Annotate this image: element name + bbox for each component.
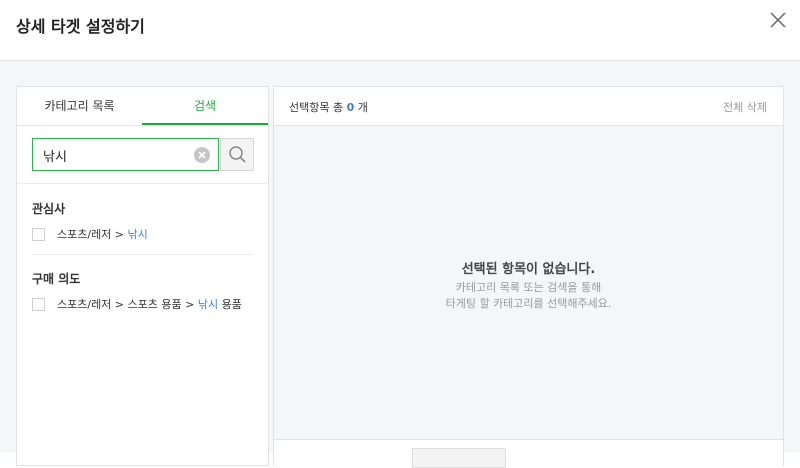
divider	[32, 254, 253, 255]
close-icon[interactable]	[768, 10, 788, 30]
search-highlight: 낚시	[127, 228, 148, 241]
search-highlight: 낚시	[197, 298, 219, 311]
search-button[interactable]	[220, 138, 254, 171]
tab-category-list[interactable]: 카테고리 목록	[17, 87, 142, 125]
group-label-interest: 관심사	[32, 202, 66, 216]
checkbox[interactable]	[32, 228, 45, 241]
empty-state-description: 카테고리 목록 또는 검색을 통해 타게팅 할 카테고리를 선택해주세요.	[445, 281, 612, 310]
selected-count: 선택항목 총 0 개	[289, 101, 368, 114]
checkbox[interactable]	[32, 298, 45, 311]
divider	[17, 183, 268, 184]
selected-header: 선택항목 총 0 개 전체 삭제	[274, 87, 783, 126]
option-label: 스포츠/레저 > 낚시	[57, 228, 148, 241]
search-row	[32, 138, 254, 171]
footer-button[interactable]	[412, 448, 506, 468]
tab-bar: 카테고리 목록 검색	[17, 87, 268, 126]
modal-title: 상세 타겟 설정하기	[16, 17, 145, 36]
selected-panel: 선택항목 총 0 개 전체 삭제 선택된 항목이 없습니다. 카테고리 목록 또…	[273, 86, 784, 468]
tab-search[interactable]: 검색	[142, 87, 268, 125]
search-box	[32, 138, 219, 171]
modal-body: 카테고리 목록 검색 관심사 스포츠/레저 > 낚시	[0, 61, 800, 468]
search-input[interactable]	[43, 146, 193, 164]
empty-state-title: 선택된 항목이 없습니다.	[461, 262, 596, 277]
clear-icon[interactable]	[194, 147, 210, 163]
delete-all-button[interactable]: 전체 삭제	[723, 99, 767, 115]
modal-header: 상세 타겟 설정하기	[0, 0, 800, 61]
option-label: 스포츠/레저 > 스포츠 용품 > 낚시 용품	[57, 298, 242, 311]
left-panel: 카테고리 목록 검색 관심사 스포츠/레저 > 낚시	[16, 86, 269, 466]
search-icon	[229, 146, 246, 163]
group-label-purchase-intent: 구매 의도	[32, 272, 81, 286]
